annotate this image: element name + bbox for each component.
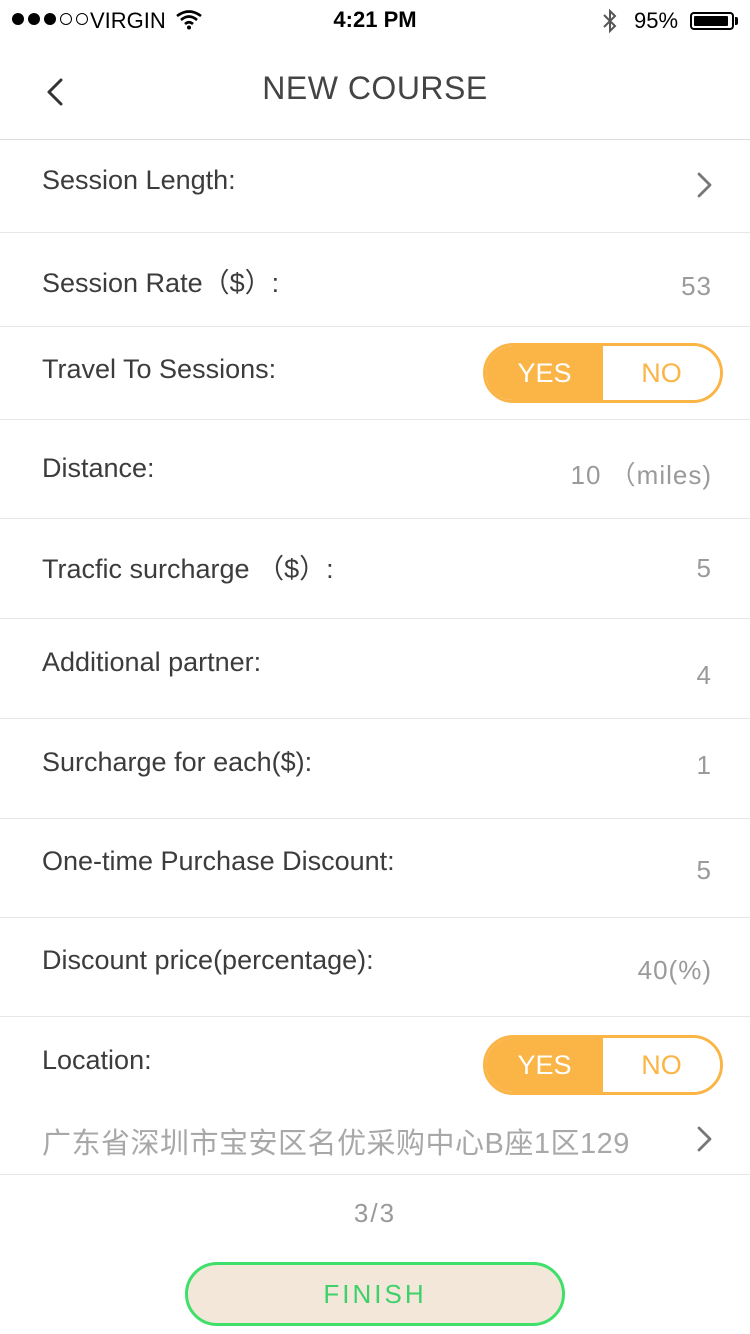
surcharge-each-label: Surcharge for each($): xyxy=(42,747,313,777)
row-divider xyxy=(0,232,750,233)
row-divider xyxy=(0,1016,750,1017)
one-time-discount-label: One-time Purchase Discount: xyxy=(42,846,395,876)
surcharge-each-value[interactable]: 1 xyxy=(697,750,712,781)
distance-label: Distance: xyxy=(42,453,155,483)
row-divider xyxy=(0,326,750,327)
traffic-surcharge-value[interactable]: 5 xyxy=(697,553,712,584)
row-divider xyxy=(0,1174,750,1175)
row-divider xyxy=(0,419,750,420)
discount-price-label: Discount price(percentage): xyxy=(42,945,374,975)
location-label: Location: xyxy=(42,1045,152,1075)
travel-toggle[interactable]: YES NO xyxy=(483,343,723,403)
finish-button[interactable]: FINISH xyxy=(185,1262,565,1326)
battery-percentage: 95% xyxy=(634,8,679,33)
row-divider xyxy=(0,618,750,619)
additional-partner-label: Additional partner: xyxy=(42,647,262,677)
page-title: NEW COURSE xyxy=(262,70,488,106)
location-yes-option[interactable]: YES xyxy=(486,1038,603,1092)
session-length-label: Session Length: xyxy=(42,165,236,195)
additional-partner-value[interactable]: 4 xyxy=(697,660,712,691)
battery-tip xyxy=(735,17,738,25)
distance-value[interactable]: 10 （miles) xyxy=(571,455,712,492)
bluetooth-icon xyxy=(603,8,617,34)
row-divider xyxy=(0,818,750,819)
discount-price-value[interactable]: 40(%) xyxy=(638,955,712,986)
nav-divider xyxy=(0,139,750,140)
battery-icon xyxy=(690,12,734,30)
session-rate-label: Session Rate（$）: xyxy=(42,268,280,298)
travel-label: Travel To Sessions: xyxy=(42,354,277,384)
session-rate-value[interactable]: 53 xyxy=(681,271,712,302)
location-address[interactable]: 广东省深圳市宝安区名优采购中心B座1区129 xyxy=(42,1120,630,1162)
session-length-chevron-icon[interactable] xyxy=(694,170,716,200)
travel-no-option[interactable]: NO xyxy=(603,346,720,400)
page-indicator: 3/3 xyxy=(353,1198,397,1228)
row-divider xyxy=(0,917,750,918)
traffic-surcharge-label: Tracfic surcharge （$）: xyxy=(42,554,334,584)
location-toggle[interactable]: YES NO xyxy=(483,1035,723,1095)
location-chevron-icon[interactable] xyxy=(694,1124,716,1154)
one-time-discount-value[interactable]: 5 xyxy=(697,855,712,886)
status-bar: VIRGIN 4:21 PM 95% xyxy=(0,0,750,44)
row-divider xyxy=(0,718,750,719)
travel-yes-option[interactable]: YES xyxy=(486,346,603,400)
row-divider xyxy=(0,518,750,519)
location-no-option[interactable]: NO xyxy=(603,1038,720,1092)
